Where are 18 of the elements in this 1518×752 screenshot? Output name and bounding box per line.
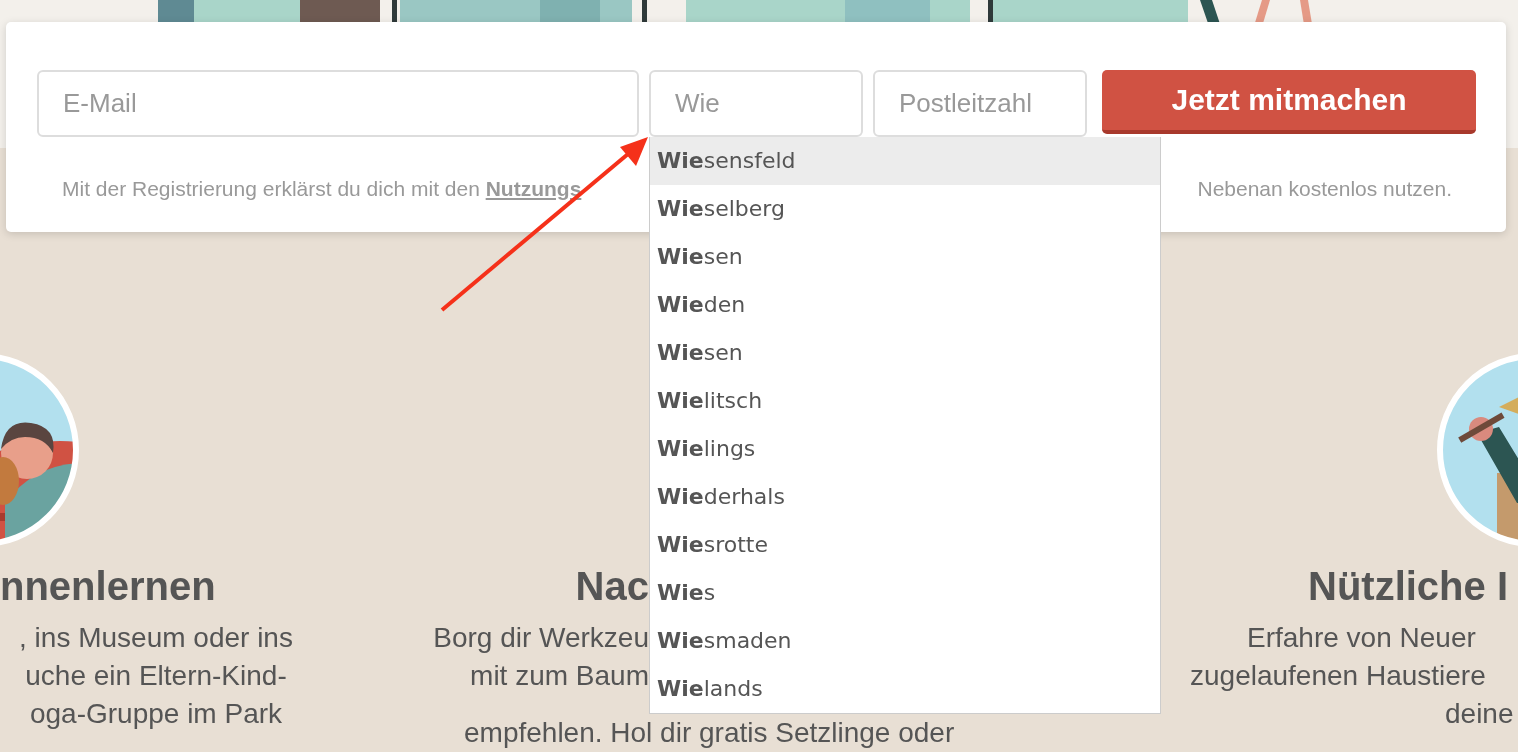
consent-text: Mit der Registrierung erklärst du dich mit den Nutzungs xyxy=(62,177,582,201)
consent-text-end: Nebenan kostenlos nutzen. xyxy=(1197,177,1452,201)
feature-title: Nützliche I xyxy=(1308,563,1510,609)
feature-title: nnenlernen xyxy=(0,563,217,609)
email-field[interactable]: E-Mail xyxy=(37,70,639,137)
postcode-field[interactable]: Postleitzahl xyxy=(873,70,1087,137)
feature-text: empfehlen. Hol dir gratis Setzlinge oder xyxy=(464,716,955,750)
feature-text: Borg dir Werkzeu xyxy=(433,621,649,655)
feature-text: , ins Museum oder ins xyxy=(18,621,294,655)
suggestion-item[interactable]: Wiesensfeld xyxy=(650,137,1160,185)
feature-text: zugelaufenen Haustiere xyxy=(1190,659,1487,693)
feature-text: uche ein Eltern-Kind- xyxy=(24,659,288,693)
feature-title: Nac xyxy=(575,563,649,609)
join-button[interactable]: Jetzt mitmachen xyxy=(1102,70,1476,134)
feature-text: mit zum Baum xyxy=(470,659,649,693)
feature-text: deine xyxy=(1445,697,1515,731)
feature-text: Erfahre von Neuer xyxy=(1247,621,1477,655)
feature-text: oga-Gruppe im Park xyxy=(28,697,284,731)
